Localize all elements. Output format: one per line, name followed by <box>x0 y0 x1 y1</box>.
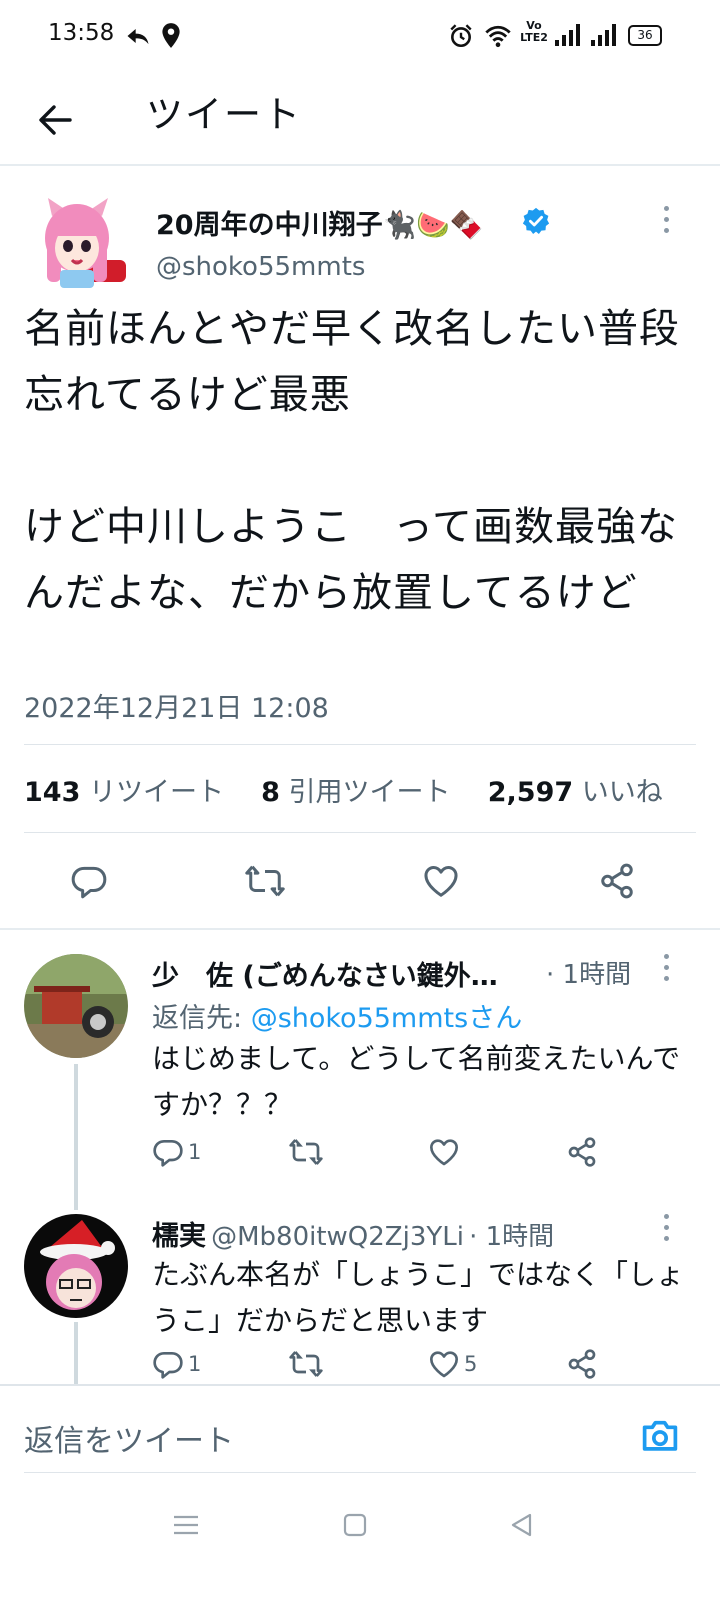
reply-avatar[interactable] <box>24 954 128 1058</box>
more-options-icon[interactable] <box>661 206 671 236</box>
quotes-label: 引用ツイート <box>288 777 451 808</box>
like-button[interactable] <box>428 1136 464 1168</box>
replying-to: 返信先: @shoko55mmtsさん <box>152 996 522 1035</box>
divider <box>24 832 696 833</box>
back-button[interactable] <box>30 94 82 146</box>
replying-to-prefix: 返信先: <box>152 1003 251 1034</box>
like-button[interactable] <box>422 862 460 900</box>
heart-icon <box>424 866 458 897</box>
page-title: ツイート <box>146 93 302 136</box>
retweet-icon <box>289 1351 323 1377</box>
signal-icon-2 <box>590 22 618 52</box>
menu-nav-icon[interactable] <box>172 1512 200 1542</box>
reply-icon <box>153 1140 183 1167</box>
divider <box>24 744 696 745</box>
reply-time: · 1時間 <box>546 960 632 990</box>
reply-time: · 1時間 <box>469 1222 555 1252</box>
reply-button[interactable] <box>70 862 108 900</box>
divider <box>24 1472 696 1473</box>
replying-to-handle[interactable]: @shoko55mmtsさん <box>251 1003 523 1034</box>
likes-count: 2,597 <box>487 777 574 808</box>
location-icon <box>160 22 182 54</box>
quotes-stat[interactable]: 8 引用ツイート <box>261 777 450 808</box>
thread-line <box>74 1064 78 1210</box>
reply-avatar[interactable] <box>24 1214 128 1318</box>
camera-icon[interactable] <box>640 1416 680 1458</box>
retweets-label: リツイート <box>88 777 224 808</box>
signal-icon-1 <box>554 22 582 52</box>
call-forward-icon <box>124 22 152 54</box>
quotes-count: 8 <box>261 777 280 808</box>
author-handle[interactable]: @shoko55mmts <box>156 252 365 282</box>
share-button[interactable] <box>566 1348 598 1380</box>
share-icon <box>568 1349 596 1379</box>
share-icon <box>568 1137 596 1167</box>
share-icon <box>601 863 633 899</box>
reply-icon <box>153 1352 183 1379</box>
status-bar: 13:58 Vo LTE2 36 <box>0 0 720 72</box>
compose-bar: 返信をツイート <box>0 1384 720 1492</box>
author-name[interactable]: 20周年の中川翔子🐈‍⬛🍉🍫 <box>156 203 483 242</box>
app-header: ツイート <box>0 72 720 166</box>
divider <box>0 928 720 930</box>
alarm-icon <box>448 22 474 54</box>
tweet-text: 名前ほんとやだ早く改名したい普段忘れてるけど最悪 けど中川しようこ って画数最強… <box>24 306 680 616</box>
verified-badge-icon <box>521 206 551 240</box>
reply-count: 1 <box>188 1352 202 1376</box>
likes-stat[interactable]: 2,597 いいね <box>488 777 663 808</box>
retweet-button[interactable] <box>244 862 286 900</box>
arrow-left-icon <box>39 105 72 135</box>
back-nav-icon[interactable] <box>508 1512 536 1542</box>
reply-header: 檽実 @Mb80itwQ2Zj3YLi · 1時間 <box>152 1214 554 1253</box>
wifi-icon <box>484 22 512 54</box>
share-button[interactable] <box>566 1136 598 1168</box>
retweets-stat[interactable]: 143 リツイート <box>24 777 224 808</box>
likes-label: いいね <box>581 777 663 808</box>
reply-count: 1 <box>188 1140 202 1164</box>
tweet-timestamp[interactable]: 2022年12月21日 12:08 <box>24 686 329 725</box>
reply-author-name[interactable]: 檽実 <box>152 1221 206 1252</box>
like-button[interactable]: 5 <box>428 1348 477 1380</box>
battery-icon: 36 <box>628 25 662 46</box>
retweet-button[interactable] <box>288 1348 328 1380</box>
reply-button[interactable]: 1 <box>152 1348 201 1380</box>
volte-label-bottom: LTE2 <box>520 31 548 44</box>
status-time: 13:58 <box>48 20 115 46</box>
volte-icon: Vo LTE2 <box>519 20 549 44</box>
reply-author-handle[interactable]: @Mb80itwQ2Zj3YLi <box>211 1222 464 1252</box>
more-options-icon[interactable] <box>661 1214 671 1244</box>
reply-text: はじめまして。どうして名前変えたいんですか？？？ <box>152 1042 681 1121</box>
like-count: 5 <box>464 1352 478 1376</box>
share-button[interactable] <box>598 862 636 900</box>
retweet-icon <box>289 1139 323 1165</box>
reply-text: たぶん本名が「しょうこ」ではなく「しょうこ」だからだと思います <box>152 1258 685 1337</box>
heart-icon <box>430 1351 458 1378</box>
reply-button[interactable]: 1 <box>152 1136 201 1168</box>
reply-author-name[interactable]: 少 佐 (ごめんなさい鍵外… <box>152 954 498 993</box>
battery-level: 36 <box>637 28 653 42</box>
reply-input[interactable]: 返信をツイート <box>24 1416 234 1460</box>
heart-icon <box>430 1139 458 1166</box>
retweet-button[interactable] <box>288 1136 328 1168</box>
system-nav-bar <box>0 1490 720 1600</box>
more-options-icon[interactable] <box>661 954 671 984</box>
reply-icon <box>71 866 107 899</box>
thread-line <box>74 1322 78 1384</box>
retweets-count: 143 <box>24 777 81 808</box>
home-nav-icon[interactable] <box>342 1512 368 1542</box>
main-author-avatar[interactable] <box>40 196 126 290</box>
tweet-stats: 143 リツイート 8 引用ツイート 2,597 いいね <box>24 770 663 809</box>
retweet-icon <box>245 865 285 897</box>
